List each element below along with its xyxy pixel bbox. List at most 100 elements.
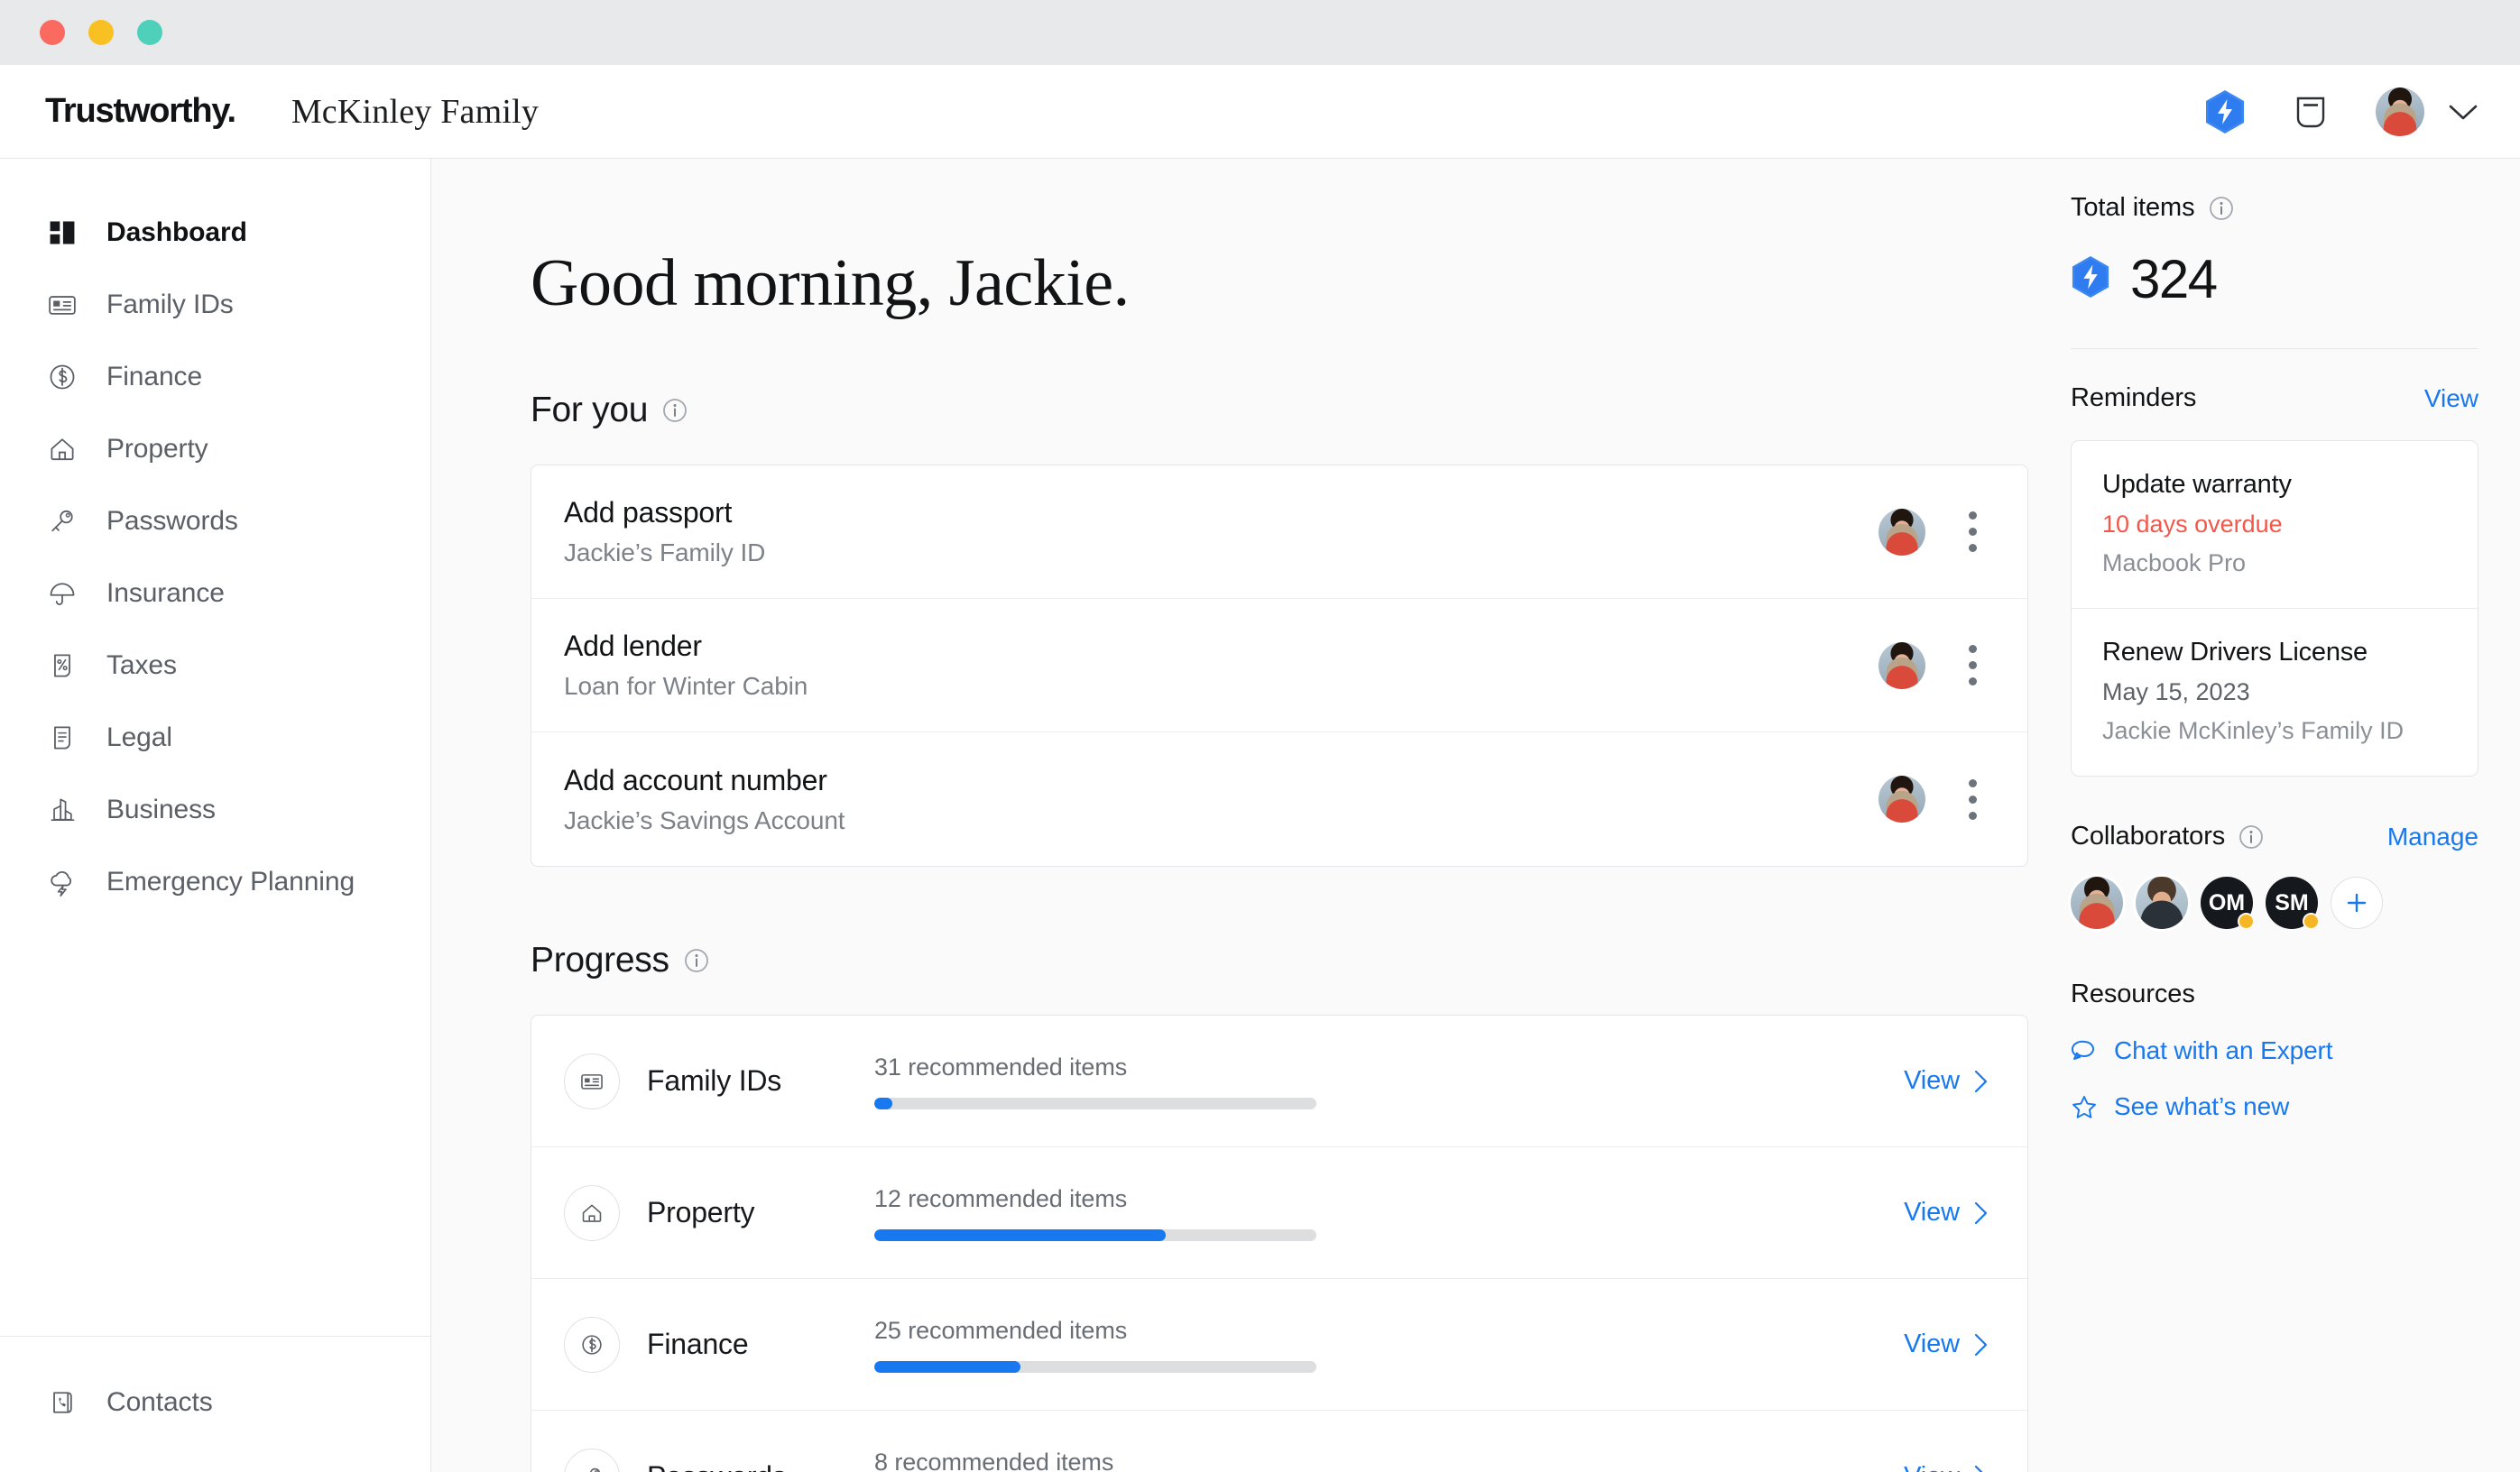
sidebar-item-property[interactable]: Property [0, 413, 430, 485]
status-badge [2303, 913, 2320, 930]
id-card-icon [564, 1053, 620, 1109]
progress-header: Progress [531, 941, 2038, 980]
list-item-subtitle: Loan for Winter Cabin [564, 672, 808, 700]
section-title: For you [531, 391, 649, 429]
sidebar-item-emergency-planning[interactable]: Emergency Planning [0, 846, 430, 918]
home-icon [564, 1184, 620, 1241]
storm-cloud-icon [45, 865, 79, 899]
header-actions [2204, 87, 2478, 136]
sidebar-item-insurance[interactable]: Insurance [0, 557, 430, 630]
list-item-actions [1878, 504, 1988, 559]
progress-card: Family IDs 31 recommended items View Pro… [531, 1015, 2028, 1472]
chat-with-expert-link[interactable]: Chat with an Expert [2071, 1036, 2478, 1065]
sidebar-item-passwords[interactable]: Passwords [0, 485, 430, 557]
minimize-window-button[interactable] [88, 20, 114, 45]
collaborators-header: Collaborators Manage [2071, 822, 2478, 851]
building-icon [45, 793, 79, 827]
close-window-button[interactable] [40, 20, 65, 45]
right-panel: Total items 324 Reminders View Update wa… [2038, 159, 2520, 1472]
avatar[interactable] [1878, 508, 1925, 556]
sidebar-item-family-ids[interactable]: Family IDs [0, 269, 430, 341]
progress-meter: 8 recommended items [874, 1449, 1316, 1472]
info-icon[interactable] [2209, 196, 2234, 221]
for-you-card: Add passport Jackie’s Family ID Add lend… [531, 465, 2028, 867]
resources-header: Resources [2071, 980, 2478, 1009]
list-item[interactable]: Add lender Loan for Winter Cabin [531, 599, 2027, 732]
home-icon [45, 432, 79, 466]
view-link[interactable]: View [1904, 1329, 1988, 1359]
progress-meter: 12 recommended items [874, 1185, 1316, 1241]
table-row[interactable]: Passwords 8 recommended items View [531, 1411, 2027, 1472]
total-items-header: Total items [2071, 193, 2478, 223]
sidebar-footer: Contacts [0, 1336, 430, 1472]
row-label: Family IDs [647, 1064, 782, 1097]
kebab-menu-icon[interactable] [1958, 638, 1988, 693]
view-label: View [1904, 1462, 1960, 1472]
chevron-right-icon [1974, 1070, 1988, 1093]
view-link[interactable]: View [1904, 1462, 1988, 1472]
sidebar-item-legal[interactable]: Legal [0, 702, 430, 774]
manage-collaborators-link[interactable]: Manage [2387, 823, 2478, 851]
resources-label: Resources [2071, 980, 2195, 1008]
reminder-subtitle: Macbook Pro [2102, 549, 2247, 576]
avatar-initials: SM [2275, 889, 2309, 915]
user-menu[interactable] [2376, 87, 2478, 136]
list-item-title: Add lender [564, 630, 702, 662]
brand-logo[interactable]: Trustworthy. [45, 92, 236, 131]
list-item-actions [1878, 638, 1988, 693]
avatar[interactable] [1878, 776, 1925, 823]
reminders-view-link[interactable]: View [2424, 384, 2478, 413]
info-icon[interactable] [2238, 824, 2264, 850]
inbox-icon[interactable] [2291, 92, 2331, 132]
avatar[interactable] [2071, 877, 2123, 929]
sidebar-item-taxes[interactable]: Taxes [0, 630, 430, 702]
list-item[interactable]: Add account number Jackie’s Savings Acco… [531, 732, 2027, 866]
reminders-header: Reminders View [2071, 383, 2478, 413]
sidebar-item-label: Legal [106, 722, 172, 752]
star-icon [2071, 1093, 2098, 1120]
sidebar-nav: Dashboard Family IDs Finance Property Pa… [0, 159, 430, 1336]
sidebar-item-label: Emergency Planning [106, 867, 355, 897]
list-item-subtitle: Jackie’s Family ID [564, 538, 766, 566]
list-item[interactable]: Renew Drivers License May 15, 2023 Jacki… [2072, 609, 2478, 776]
collaborators-block: Collaborators Manage OM SM [2071, 777, 2478, 930]
avatar[interactable]: SM [2266, 877, 2320, 930]
progress-track [874, 1228, 1316, 1241]
collaborators-label: Collaborators [2071, 822, 2226, 851]
list-item[interactable]: Add passport Jackie’s Family ID [531, 465, 2027, 599]
table-row[interactable]: Family IDs 31 recommended items View [531, 1016, 2027, 1147]
avatar[interactable]: OM [2201, 877, 2255, 930]
progress-fill [874, 1360, 1020, 1373]
view-label: View [1904, 1329, 1960, 1358]
sidebar-item-dashboard[interactable]: Dashboard [0, 197, 430, 269]
chevron-down-icon[interactable] [2448, 103, 2478, 121]
view-link[interactable]: View [1904, 1198, 1988, 1228]
sidebar-item-label: Passwords [106, 506, 238, 536]
add-collaborator-button[interactable] [2331, 877, 2383, 929]
kebab-menu-icon[interactable] [1958, 504, 1988, 559]
reminder-due: 10 days overdue [2102, 511, 2283, 538]
recommended-count: 8 recommended items [874, 1449, 1114, 1472]
kebab-menu-icon[interactable] [1958, 772, 1988, 827]
table-row[interactable]: Property 12 recommended items View [531, 1147, 2027, 1279]
sidebar-item-contacts[interactable]: Contacts [0, 1375, 430, 1431]
avatar[interactable] [1878, 641, 1925, 689]
list-item-title: Add passport [564, 496, 733, 529]
hexagon-bolt-icon[interactable] [2204, 89, 2246, 134]
dollar-circle-icon [564, 1316, 620, 1373]
sidebar-item-finance[interactable]: Finance [0, 341, 430, 413]
maximize-window-button[interactable] [137, 20, 162, 45]
info-icon[interactable] [684, 948, 709, 973]
row-label: Finance [647, 1328, 749, 1360]
list-item-actions [1878, 772, 1988, 827]
table-row[interactable]: Finance 25 recommended items View [531, 1279, 2027, 1411]
view-link[interactable]: View [1904, 1066, 1988, 1096]
avatar[interactable] [2136, 877, 2188, 929]
plus-icon [2347, 893, 2367, 913]
sidebar-item-business[interactable]: Business [0, 774, 430, 846]
info-icon[interactable] [662, 398, 688, 423]
id-card-icon [45, 288, 79, 322]
see-whats-new-link[interactable]: See what’s new [2071, 1092, 2478, 1121]
list-item[interactable]: Update warranty 10 days overdue Macbook … [2072, 441, 2478, 609]
avatar[interactable] [2376, 87, 2424, 136]
